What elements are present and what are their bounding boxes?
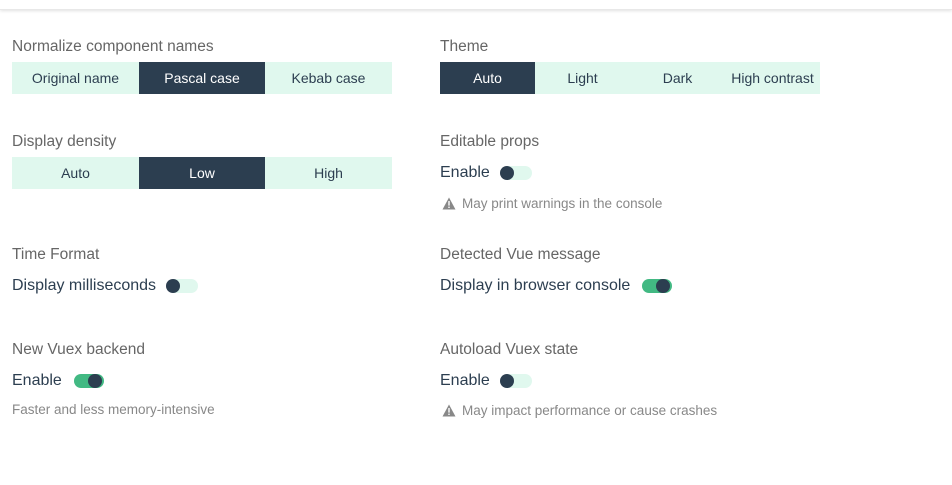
setting-title: Theme <box>440 38 489 55</box>
vuex-backend-switch[interactable] <box>72 373 104 389</box>
option-kebab-case[interactable]: Kebab case <box>265 62 392 94</box>
setting-title: New Vuex backend <box>12 341 145 358</box>
toggle-label: Display in browser console <box>440 277 631 294</box>
normalize-names-group: Original name Pascal case Kebab case <box>12 62 392 94</box>
browser-console-switch[interactable] <box>640 278 673 294</box>
option-theme-light[interactable]: Light <box>535 62 630 94</box>
switch-knob <box>87 374 102 388</box>
warning-triangle-icon <box>442 404 456 417</box>
setting-title: Detected Vue message <box>440 246 601 263</box>
editable-props-warning: May print warnings in the console <box>442 196 662 211</box>
editable-props-setting: Editable props Enable May print warnings… <box>440 132 662 211</box>
switch-knob <box>166 279 181 293</box>
setting-title: Autoload Vuex state <box>440 341 579 358</box>
autoload-vuex-warning: May impact performance or cause crashes <box>442 403 717 418</box>
warning-triangle-icon <box>442 197 456 210</box>
toggle-label: Display milliseconds <box>12 277 157 294</box>
option-theme-high-contrast[interactable]: High contrast <box>725 62 820 94</box>
toggle-label: Enable <box>440 372 490 389</box>
warning-text: May print warnings in the console <box>462 196 663 211</box>
setting-title: Editable props <box>440 133 540 150</box>
top-toolbar-edge <box>0 0 952 10</box>
vuex-backend-toggle-row: Enable <box>12 369 104 393</box>
setting-title: Time Format <box>12 246 100 263</box>
option-density-low[interactable]: Low <box>139 157 265 189</box>
option-theme-dark[interactable]: Dark <box>630 62 725 94</box>
setting-title: Display density <box>12 133 117 150</box>
autoload-vuex-toggle-row: Enable <box>440 369 532 393</box>
option-density-high[interactable]: High <box>265 157 392 189</box>
option-pascal-case[interactable]: Pascal case <box>139 62 265 94</box>
toggle-label: Enable <box>440 164 490 181</box>
display-density-setting: Display density Auto Low High <box>12 132 392 189</box>
autoload-vuex-state-setting: Autoload Vuex state Enable May impact pe… <box>440 340 717 418</box>
theme-group: Auto Light Dark High contrast <box>440 62 820 94</box>
theme-setting: Theme Auto Light Dark High contrast <box>440 37 820 94</box>
time-format-toggle-row: Display milliseconds <box>12 274 199 298</box>
detected-vue-message-setting: Detected Vue message Display in browser … <box>440 245 673 294</box>
hint-text: Faster and less memory-intensive <box>12 402 215 417</box>
new-vuex-backend-setting: New Vuex backend Enable Faster and less … <box>12 340 215 417</box>
switch-knob <box>499 166 514 180</box>
display-density-group: Auto Low High <box>12 157 392 189</box>
autoload-vuex-switch[interactable] <box>499 373 532 389</box>
editable-props-switch[interactable] <box>499 165 532 181</box>
option-density-auto[interactable]: Auto <box>12 157 139 189</box>
detected-vue-toggle-row: Display in browser console <box>440 274 673 298</box>
milliseconds-switch[interactable] <box>166 278 199 294</box>
warning-text: May impact performance or cause crashes <box>462 403 718 418</box>
toggle-label: Enable <box>12 372 62 389</box>
switch-knob <box>499 374 514 388</box>
normalize-names-setting: Normalize component names Original name … <box>12 37 392 94</box>
option-theme-auto[interactable]: Auto <box>440 62 535 94</box>
vuex-backend-hint: Faster and less memory-intensive <box>12 402 215 417</box>
option-original-name[interactable]: Original name <box>12 62 139 94</box>
time-format-setting: Time Format Display milliseconds <box>12 245 199 294</box>
editable-props-toggle-row: Enable <box>440 161 532 185</box>
setting-title: Normalize component names <box>12 38 214 55</box>
